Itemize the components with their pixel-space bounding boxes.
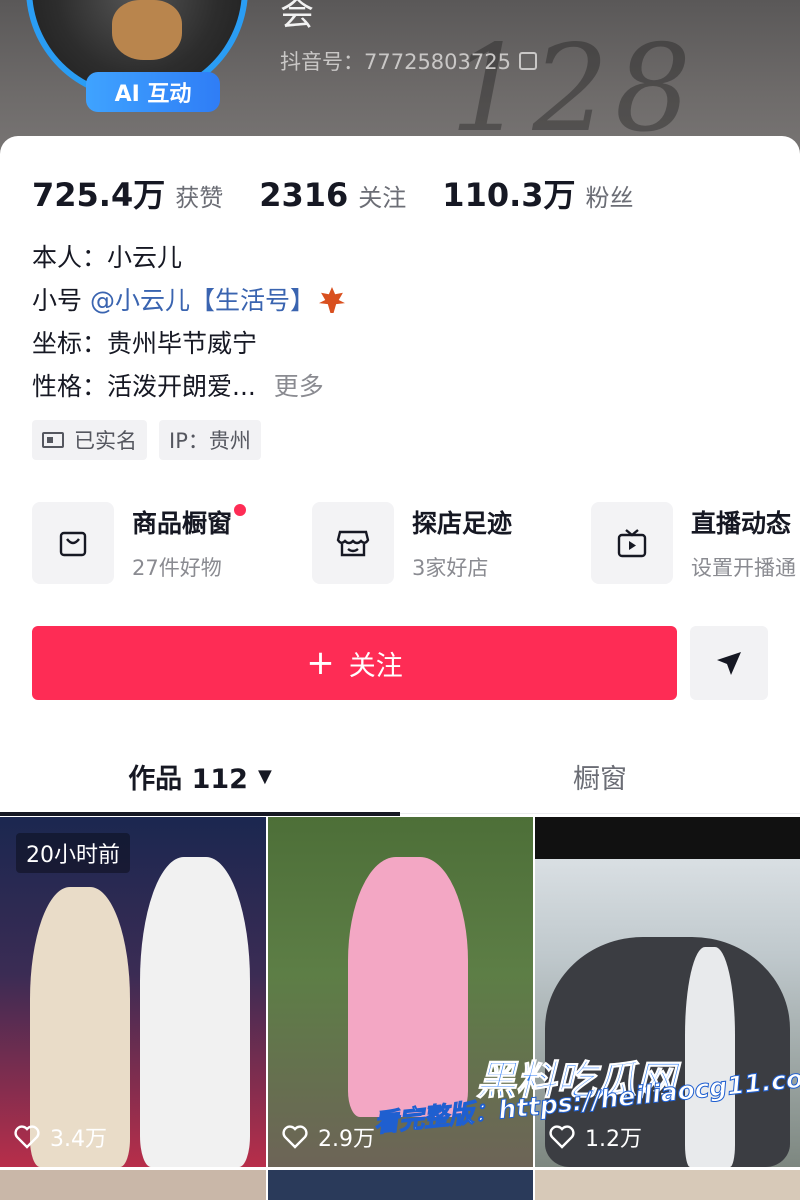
ai-interaction-badge[interactable]: AI 互动 <box>86 72 220 112</box>
maple-leaf-icon <box>318 287 345 313</box>
video-thumbnail[interactable]: 20小时前 3.4万 <box>0 817 266 1167</box>
feature-shop-window-subtitle: 27件好物 <box>132 556 222 580</box>
feature-store-visits[interactable]: 探店足迹 3家好店 <box>312 502 512 584</box>
tab-works[interactable]: 作品 112 ▼ <box>0 738 400 816</box>
id-card-icon <box>42 432 64 448</box>
follow-button[interactable]: + 关注 <box>32 626 677 700</box>
video-thumbnail[interactable] <box>268 1170 533 1200</box>
video-grid: 20小时前 3.4万 2.9万 1.2万 <box>0 817 800 1200</box>
time-badge: 20小时前 <box>16 833 130 873</box>
stat-likes-number: 725.4万 <box>32 176 166 214</box>
heart-icon <box>282 1125 308 1149</box>
store-icon <box>312 502 394 584</box>
heart-icon <box>14 1125 40 1149</box>
bio-line-personality: 性格：活泼开朗爱... 更多 <box>32 365 345 408</box>
video-likes: 1.2万 <box>549 1121 642 1153</box>
bag-icon <box>32 502 114 584</box>
follow-button-label: 关注 <box>348 650 403 682</box>
stat-following-number: 2316 <box>259 176 349 214</box>
feature-shop-window-title-text: 商品橱窗 <box>132 509 233 538</box>
verified-tag[interactable]: 已实名 <box>32 420 147 460</box>
tab-works-label: 作品 112 <box>128 763 248 795</box>
video-likes-count: 2.9万 <box>318 1127 375 1152</box>
thumbnail-figure <box>685 947 735 1167</box>
bio-personality-text: 性格：活泼开朗爱... <box>32 372 256 401</box>
stat-likes-label: 获赞 <box>175 184 224 212</box>
feature-live-updates[interactable]: 直播动态 设置开播通 <box>591 502 796 584</box>
stat-following-label: 关注 <box>358 184 407 212</box>
thumbnail-figure <box>140 857 250 1167</box>
video-likes-count: 3.4万 <box>50 1127 107 1152</box>
profile-card: 725.4万 获赞 2316 关注 110.3万 粉丝 本人：小云儿 小号 @小… <box>0 136 800 1200</box>
douyin-id-text: 抖音号：77725803725 <box>280 50 511 74</box>
video-thumbnail[interactable]: 2.9万 <box>268 817 533 1167</box>
bio-alt-prefix: 小号 <box>32 286 83 315</box>
douyin-id[interactable]: 抖音号：77725803725 <box>280 46 537 76</box>
video-thumbnail[interactable]: 1.2万 <box>535 817 800 1167</box>
content-tabs: 作品 112 ▼ 橱窗 <box>0 738 800 816</box>
feature-store-visits-title: 探店足迹 <box>412 509 513 538</box>
stat-likes[interactable]: 725.4万 获赞 <box>32 170 223 216</box>
ip-tag: IP：贵州 <box>159 420 261 460</box>
feature-shop-window[interactable]: 商品橱窗 27件好物 <box>32 502 247 584</box>
feature-entries: 商品橱窗 27件好物 探店足迹 3家好店 直播动态 设置开播通 <box>32 502 800 586</box>
share-button[interactable] <box>690 626 768 700</box>
thumbnail-figure <box>348 857 468 1117</box>
feature-store-visits-subtitle: 3家好店 <box>412 556 489 580</box>
bio-line-alt-account: 小号 @小云儿【生活号】 <box>32 279 345 322</box>
stat-fans-label: 粉丝 <box>585 184 634 212</box>
avatar-teddy-bear <box>112 0 182 60</box>
stat-following[interactable]: 2316 关注 <box>259 176 406 214</box>
copy-icon[interactable] <box>518 52 537 70</box>
nickname: 会 <box>280 0 314 34</box>
notification-dot <box>234 504 247 516</box>
profile-tags: 已实名 IP：贵州 <box>32 420 261 460</box>
bio: 本人：小云儿 小号 @小云儿【生活号】 坐标：贵州毕节威宁 性格：活泼开朗爱..… <box>32 236 345 408</box>
video-likes-count: 1.2万 <box>585 1127 642 1152</box>
verified-tag-label: 已实名 <box>74 429 137 453</box>
tv-icon <box>591 502 673 584</box>
tab-shop-window[interactable]: 橱窗 <box>400 738 800 814</box>
video-thumbnail[interactable] <box>535 1170 800 1200</box>
bio-more-link[interactable]: 更多 <box>274 372 324 401</box>
video-likes: 2.9万 <box>282 1121 375 1153</box>
bio-line-name: 本人：小云儿 <box>32 243 183 272</box>
feature-live-updates-title: 直播动态 <box>691 509 792 538</box>
heart-icon <box>549 1125 575 1149</box>
chevron-down-icon[interactable]: ▼ <box>258 766 272 787</box>
feature-shop-window-title: 商品橱窗 <box>132 504 247 540</box>
avatar[interactable]: AI 互动 <box>26 0 248 112</box>
plus-icon: + <box>306 643 335 683</box>
bio-line-location: 坐标：贵州毕节威宁 <box>32 329 258 358</box>
stat-fans-number: 110.3万 <box>442 176 576 214</box>
send-icon <box>717 652 741 675</box>
profile-stats: 725.4万 获赞 2316 关注 110.3万 粉丝 <box>32 170 670 216</box>
alt-account-link[interactable]: @小云儿【生活号】 <box>90 286 315 315</box>
feature-live-updates-subtitle: 设置开播通 <box>691 556 796 580</box>
tab-shop-window-label: 橱窗 <box>573 763 627 795</box>
video-thumbnail[interactable] <box>0 1170 266 1200</box>
stat-fans[interactable]: 110.3万 粉丝 <box>442 170 633 216</box>
video-likes: 3.4万 <box>14 1121 107 1153</box>
active-tab-indicator <box>0 812 400 816</box>
